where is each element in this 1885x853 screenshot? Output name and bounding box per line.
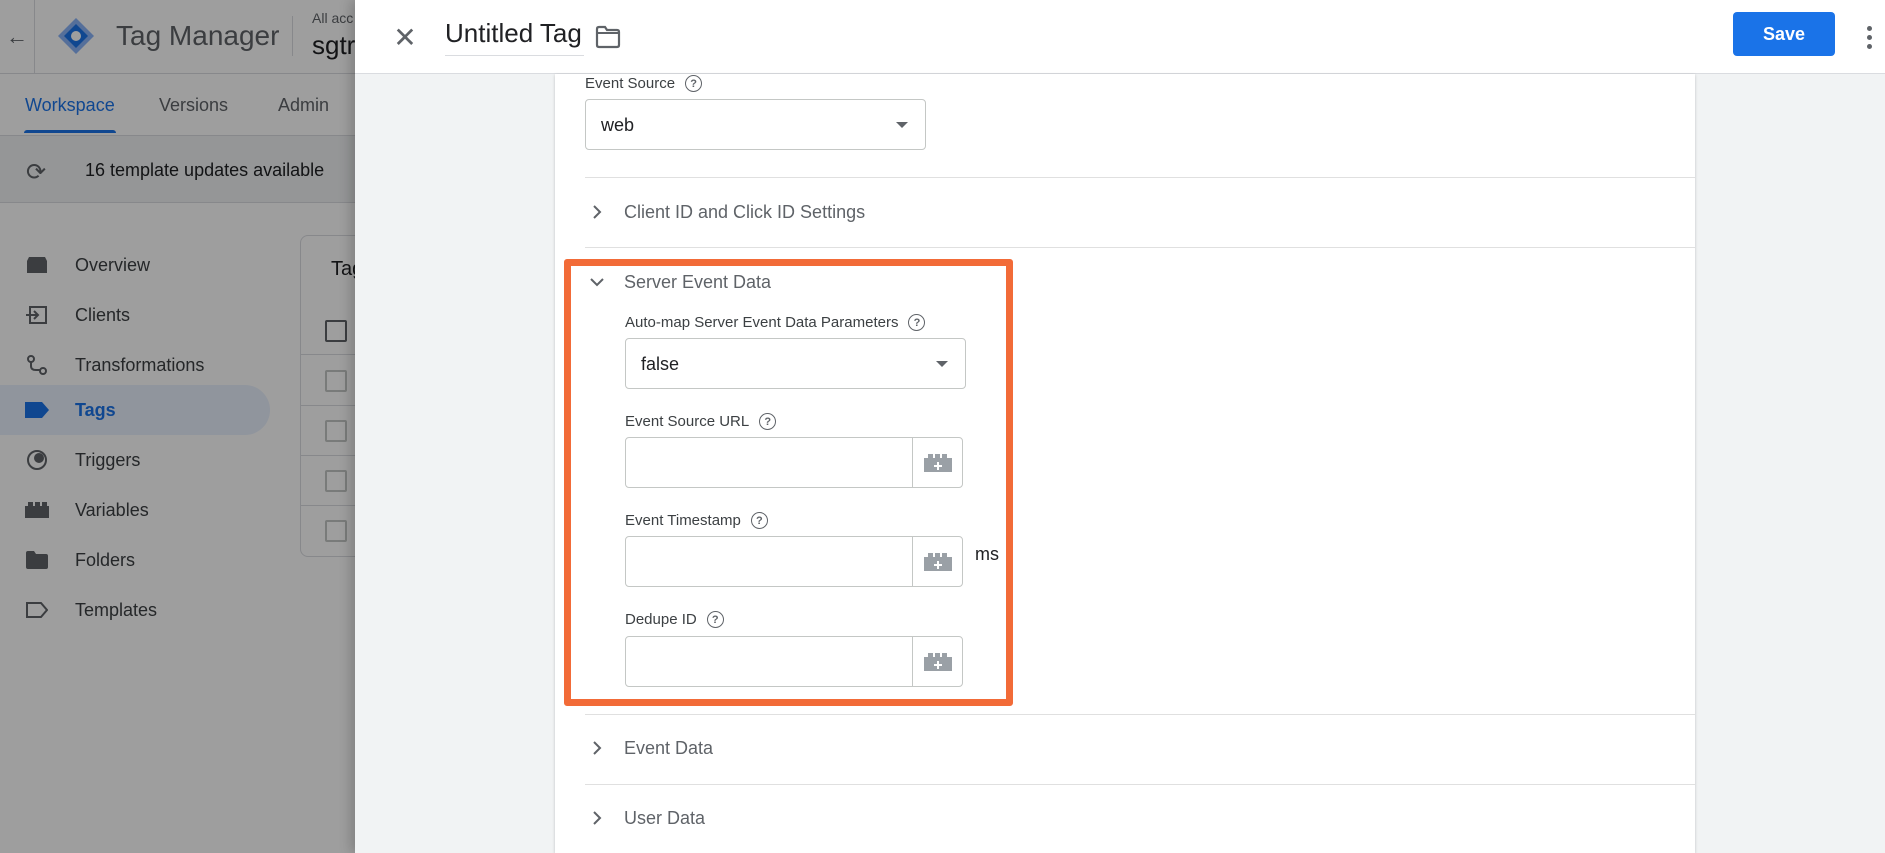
section-divider: [585, 714, 1695, 715]
event-source-url-label-text: Event Source URL: [625, 413, 750, 430]
caret-down-icon: [896, 122, 908, 128]
tag-name-field[interactable]: Untitled Tag: [445, 18, 584, 56]
section-client-id-settings[interactable]: Client ID and Click ID Settings: [585, 192, 865, 232]
chevron-right-icon: [585, 806, 609, 830]
automap-label: Auto-map Server Event Data Parameters ?: [625, 314, 926, 331]
chevron-right-icon: [585, 200, 609, 224]
chevron-right-icon: [585, 736, 609, 760]
event-source-label-text: Event Source: [585, 75, 676, 92]
drawer-header: ✕ Untitled Tag Save: [355, 0, 1885, 74]
save-button[interactable]: Save: [1733, 12, 1835, 56]
caret-down-icon: [936, 361, 948, 367]
section-title: Server Event Data: [624, 271, 772, 292]
automap-select[interactable]: false: [625, 338, 966, 389]
folder-icon[interactable]: [593, 22, 623, 52]
event-source-label: Event Source ?: [585, 75, 703, 92]
event-timestamp-label-text: Event Timestamp: [625, 512, 741, 529]
automap-label-text: Auto-map Server Event Data Parameters: [625, 314, 899, 331]
close-icon[interactable]: ✕: [385, 17, 425, 57]
help-icon[interactable]: ?: [759, 413, 777, 430]
timestamp-unit: ms: [975, 544, 999, 564]
variable-picker-icon[interactable]: [912, 537, 962, 586]
variable-picker-icon[interactable]: [912, 637, 962, 686]
section-title: Client ID and Click ID Settings: [624, 201, 866, 222]
chevron-down-icon: [585, 270, 609, 294]
dedupe-id-field: [625, 636, 963, 687]
event-source-url-label: Event Source URL ?: [625, 413, 777, 430]
event-source-url-input[interactable]: [626, 438, 914, 487]
automap-value: false: [641, 354, 680, 374]
variable-picker-icon[interactable]: [912, 438, 962, 487]
event-timestamp-label: Event Timestamp ?: [625, 512, 768, 529]
section-divider: [585, 247, 1695, 248]
event-source-value: web: [601, 115, 635, 135]
event-timestamp-input[interactable]: [626, 537, 914, 586]
dedupe-id-label-text: Dedupe ID: [625, 611, 697, 628]
section-event-data[interactable]: Event Data: [585, 728, 713, 768]
event-timestamp-field: [625, 536, 963, 587]
help-icon[interactable]: ?: [706, 611, 724, 628]
more-vert-icon[interactable]: [1857, 17, 1881, 57]
event-source-select[interactable]: web: [585, 99, 926, 150]
tag-configuration-panel: Event Source ? web Client ID and Click I…: [555, 74, 1695, 853]
section-title: Event Data: [624, 737, 714, 758]
dedupe-id-input[interactable]: [626, 637, 914, 686]
section-divider: [585, 177, 1695, 178]
tag-editor-drawer: ✕ Untitled Tag Save Event Source ? web C…: [355, 0, 1885, 853]
help-icon[interactable]: ?: [908, 314, 926, 331]
section-user-data[interactable]: User Data: [585, 798, 705, 838]
help-icon[interactable]: ?: [685, 75, 703, 92]
help-icon[interactable]: ?: [750, 512, 768, 529]
section-server-event-data[interactable]: Server Event Data: [585, 262, 771, 302]
dedupe-id-label: Dedupe ID ?: [625, 611, 724, 628]
section-title: User Data: [624, 807, 706, 828]
section-divider: [585, 784, 1695, 785]
event-source-url-field: [625, 437, 963, 488]
